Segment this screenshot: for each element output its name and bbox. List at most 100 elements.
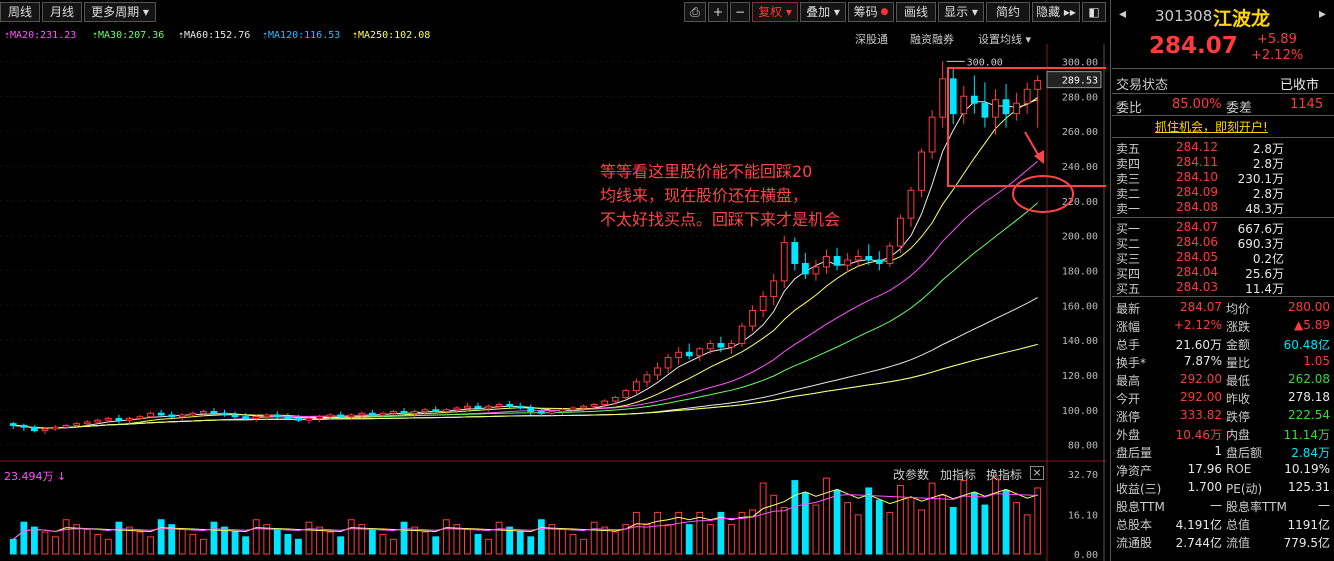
candle-body [126, 417, 133, 421]
stat-value: 278.18 [1288, 390, 1330, 404]
ma-line [13, 160, 1039, 429]
stat-value: 292.00 [1180, 390, 1222, 404]
draw-line-button[interactable]: 画线 [896, 2, 936, 22]
ma-legend-item: ⇡MA250:102.08 [352, 30, 431, 41]
candle-body [548, 410, 556, 414]
hide-button[interactable]: 隐藏 ▸▸ [1032, 2, 1080, 22]
stat-label: 最低 [1226, 374, 1251, 388]
stat-label: 今开 [1116, 392, 1141, 406]
volume-bar [611, 531, 619, 555]
volume-bar [30, 526, 38, 555]
price-tick-label: 120.00 [1062, 371, 1098, 382]
stat-value: 2.744亿 [1175, 536, 1222, 550]
switch-indicator-button[interactable]: 换指标 [986, 466, 1022, 483]
monthly-tab[interactable]: 月线 [42, 2, 82, 22]
volume-bar [791, 480, 799, 555]
candle-body [83, 421, 91, 425]
candle-body [696, 348, 704, 357]
stat-value: 262.08 [1288, 372, 1330, 386]
panel-toggle-icon[interactable]: ◧ [1082, 2, 1106, 22]
candle-body [263, 414, 271, 418]
trade-status-label: 交易状态 [1116, 78, 1169, 93]
restore-rights-dropdown[interactable]: 复权 ▾ [752, 2, 798, 22]
volume-tick-label: 0.00 [1074, 550, 1098, 561]
stat-label: 总手 [1116, 338, 1141, 352]
zoom-in-button[interactable]: + [708, 2, 728, 22]
price-tick-label: 160.00 [1062, 301, 1098, 312]
candle-body [284, 416, 292, 419]
ma-line [13, 202, 1039, 429]
candle-body [41, 428, 49, 432]
candle-body [115, 417, 123, 421]
stat-label: 收益(三) [1116, 482, 1162, 496]
candle-body [1023, 88, 1031, 104]
ma-legend-item: ⇡MA60:152.76 [178, 30, 251, 41]
price-tick-label: 180.00 [1062, 266, 1098, 277]
volume-bar [949, 507, 957, 555]
candle-body [537, 410, 545, 414]
stat-value: 4.191亿 [1175, 518, 1222, 532]
volume-bar [284, 533, 292, 555]
volume-bar [897, 484, 904, 555]
trade-status-value: 已收市 [1280, 78, 1320, 93]
stat-value: 2.84万 [1291, 446, 1330, 460]
simple-button[interactable]: 简约 [986, 2, 1030, 22]
candle-body [189, 412, 197, 416]
close-indicator-button[interactable]: × [1030, 466, 1044, 480]
volume-bar [495, 521, 503, 555]
stat-value: 284.07 [1180, 300, 1222, 314]
price-tick-label: 100.00 [1062, 406, 1098, 417]
volume-bar [1013, 502, 1021, 555]
candle-body [907, 189, 915, 219]
candle-body [347, 414, 355, 418]
candlestick-chart: 300.00 280.00 260.00 240.00 220.00 200.00 180.… [0, 44, 1106, 561]
price-tick-label: 200.00 [1062, 232, 1098, 243]
candle-body [897, 217, 904, 247]
volume-bar [854, 514, 862, 555]
candle-body [9, 423, 17, 426]
candle-body [643, 374, 651, 383]
candle-body [157, 412, 165, 416]
volume-bar [970, 492, 978, 555]
weekly-tab[interactable]: 周线 [0, 2, 40, 22]
promo-link[interactable]: 抓住机会，即刻开户! [1155, 118, 1268, 135]
more-period-dropdown[interactable]: 更多周期 ▾ [84, 2, 156, 22]
candle-body [210, 410, 218, 414]
next-stock-icon[interactable]: ▸ [1319, 6, 1326, 22]
volume-bar [706, 524, 714, 555]
display-dropdown[interactable]: 显示 ▾ [938, 2, 984, 22]
price-tick-label: 140.00 [1062, 336, 1098, 347]
annotation-line: 不太好找买点。回踩下来才是机会 [600, 210, 841, 229]
lock-icon[interactable]: ⎙ [684, 2, 706, 22]
volume-bar [400, 521, 408, 555]
volume-bar [432, 536, 440, 555]
candle-body [580, 405, 587, 409]
candle-body [221, 412, 228, 416]
candle-body [337, 414, 345, 418]
volume-bar [992, 477, 999, 555]
candle-body [400, 410, 408, 414]
add-indicator-button[interactable]: 加指标 [940, 466, 976, 483]
bid-level-volume: 11.4万 [1245, 282, 1284, 296]
volume-bar [126, 526, 133, 555]
volume-bar [136, 531, 144, 555]
volume-bar [390, 538, 397, 555]
volume-bar [580, 538, 587, 555]
volume-bar [1002, 489, 1010, 555]
stat-label: 内盘 [1226, 428, 1251, 442]
candle-body [242, 416, 250, 419]
volume-bar [41, 531, 49, 555]
volume-tick-label: 16.10 [1068, 511, 1098, 522]
stat-value: 21.60万 [1175, 338, 1222, 352]
prev-stock-icon[interactable]: ◂ [1119, 6, 1126, 22]
commission-ratio: 85.00% [1172, 97, 1222, 112]
overlay-dropdown[interactable]: 叠加 ▾ [800, 2, 846, 22]
volume-bar [907, 497, 915, 555]
change-params-button[interactable]: 改参数 [893, 466, 929, 483]
bid-level-label: 买五 [1116, 282, 1141, 296]
annotation-line: 等等看这里股价能不能回踩20 [600, 162, 813, 181]
chips-button[interactable]: 筹码 ● [848, 2, 894, 22]
candle-body [970, 95, 978, 104]
zoom-out-button[interactable]: − [730, 2, 750, 22]
candle-body [1034, 80, 1042, 90]
